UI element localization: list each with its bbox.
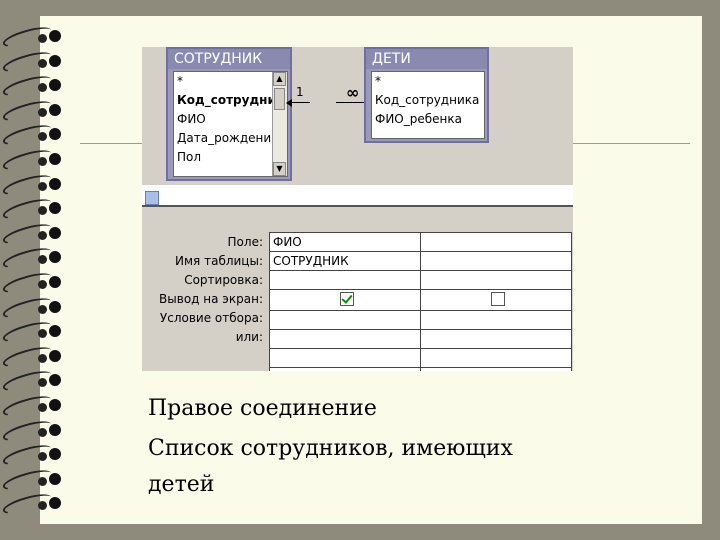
field-item[interactable]: Пол <box>174 148 287 167</box>
arrow-left-icon <box>286 99 292 107</box>
grid-cell-field[interactable] <box>421 233 571 252</box>
field-item[interactable]: * <box>174 72 287 91</box>
table-deti[interactable]: ДЕТИ * Код_сотрудника ФИО_ребенка <box>364 47 489 143</box>
scroll-up-icon[interactable]: ▲ <box>273 72 286 86</box>
spiral-ring-icon <box>1 47 64 76</box>
relation-line <box>290 102 310 103</box>
grid-cell-show[interactable] <box>270 292 420 311</box>
pane-splitter[interactable] <box>142 185 573 207</box>
spiral-ring-icon <box>1 121 64 150</box>
spiral-ring-icon <box>1 97 64 125</box>
field-item[interactable]: * <box>372 72 484 91</box>
field-item[interactable]: ФИО <box>174 110 287 129</box>
row-label-table: Имя таблицы: <box>175 254 263 268</box>
spiral-ring-icon <box>1 416 64 445</box>
spiral-ring-icon <box>1 490 64 519</box>
table-deti-title: ДЕТИ <box>366 49 487 69</box>
grid-cell-table[interactable]: СОТРУДНИК <box>270 252 420 271</box>
spiral-ring-icon <box>1 318 64 346</box>
table-sotrudnik[interactable]: СОТРУДНИК * Код_сотрудник ФИО Дата_рожде… <box>166 47 292 181</box>
caption-line-2: Список сотрудников, имеющих <box>148 436 513 461</box>
table-sotrudnik-title: СОТРУДНИК <box>168 49 290 69</box>
spiral-ring-icon <box>1 72 64 100</box>
query-grid: Поле: Имя таблицы: Сортировка: Вывод на … <box>142 207 573 371</box>
field-item[interactable]: Код_сотрудник <box>174 91 287 110</box>
caption-line-1: Правое соединение <box>148 396 377 421</box>
spiral-ring-icon <box>1 146 64 174</box>
scroll-thumb[interactable] <box>274 88 285 110</box>
grid-cell-criteria[interactable] <box>270 311 420 330</box>
row-label-sort: Сортировка: <box>184 273 263 287</box>
relation-one-label: 1 <box>296 85 304 99</box>
relation-many-label: ∞ <box>346 83 360 102</box>
table-sotrudnik-fields: * Код_сотрудник ФИО Дата_рождени Пол ▲ ▼ <box>173 71 288 177</box>
query-designer-window: СОТРУДНИК * Код_сотрудник ФИО Дата_рожде… <box>142 47 573 371</box>
row-label-or: или: <box>235 330 263 344</box>
grid-select-icon[interactable] <box>145 191 159 205</box>
relation-line <box>336 102 364 103</box>
grid-cell-sort[interactable] <box>421 271 571 290</box>
fields-scrollbar[interactable]: ▲ ▼ <box>272 72 287 176</box>
caption-line-3: детей <box>148 472 215 497</box>
grid-cell-table[interactable] <box>421 252 571 271</box>
row-label-field: Поле: <box>227 235 263 249</box>
spiral-ring-icon <box>1 269 64 297</box>
table-pane: СОТРУДНИК * Код_сотрудник ФИО Дата_рожде… <box>142 47 573 185</box>
grid-column-2 <box>420 232 572 371</box>
page-rule-right <box>573 143 690 144</box>
spiral-ring-icon <box>1 441 64 469</box>
show-checkbox-checked[interactable] <box>339 292 354 306</box>
spiral-ring-icon <box>1 392 64 420</box>
spiral-ring-icon <box>1 293 64 322</box>
spiral-ring-icon <box>1 244 64 273</box>
grid-cell-field[interactable]: ФИО <box>270 233 420 252</box>
spiral-ring-icon <box>1 343 64 371</box>
grid-cell-or[interactable] <box>421 330 571 349</box>
field-item[interactable]: Дата_рождени <box>174 129 287 148</box>
show-checkbox-unchecked[interactable] <box>490 292 505 306</box>
spiral-ring-icon <box>1 170 64 199</box>
grid-cell-sort[interactable] <box>270 271 420 290</box>
grid-cell-empty[interactable] <box>270 349 420 368</box>
grid-cell-show[interactable] <box>421 292 571 311</box>
field-item[interactable]: Код_сотрудника <box>372 91 484 110</box>
row-label-criteria: Условие отбора: <box>159 311 263 325</box>
spiral-ring-icon <box>1 466 64 494</box>
row-label-show: Вывод на экран: <box>159 292 263 306</box>
grid-cell-or[interactable] <box>270 330 420 349</box>
spiral-ring-icon <box>1 367 64 396</box>
grid-column-1: ФИО СОТРУДНИК <box>269 232 420 371</box>
field-item[interactable]: ФИО_ребенка <box>372 110 484 129</box>
scroll-down-icon[interactable]: ▼ <box>273 162 286 176</box>
spiral-ring-icon <box>1 195 64 223</box>
grid-cell-empty[interactable] <box>421 349 571 368</box>
spiral-ring-icon <box>1 220 64 248</box>
grid-cell-criteria[interactable] <box>421 311 571 330</box>
table-deti-fields: * Код_сотрудника ФИО_ребенка <box>371 71 485 139</box>
spiral-ring-icon <box>1 23 64 51</box>
